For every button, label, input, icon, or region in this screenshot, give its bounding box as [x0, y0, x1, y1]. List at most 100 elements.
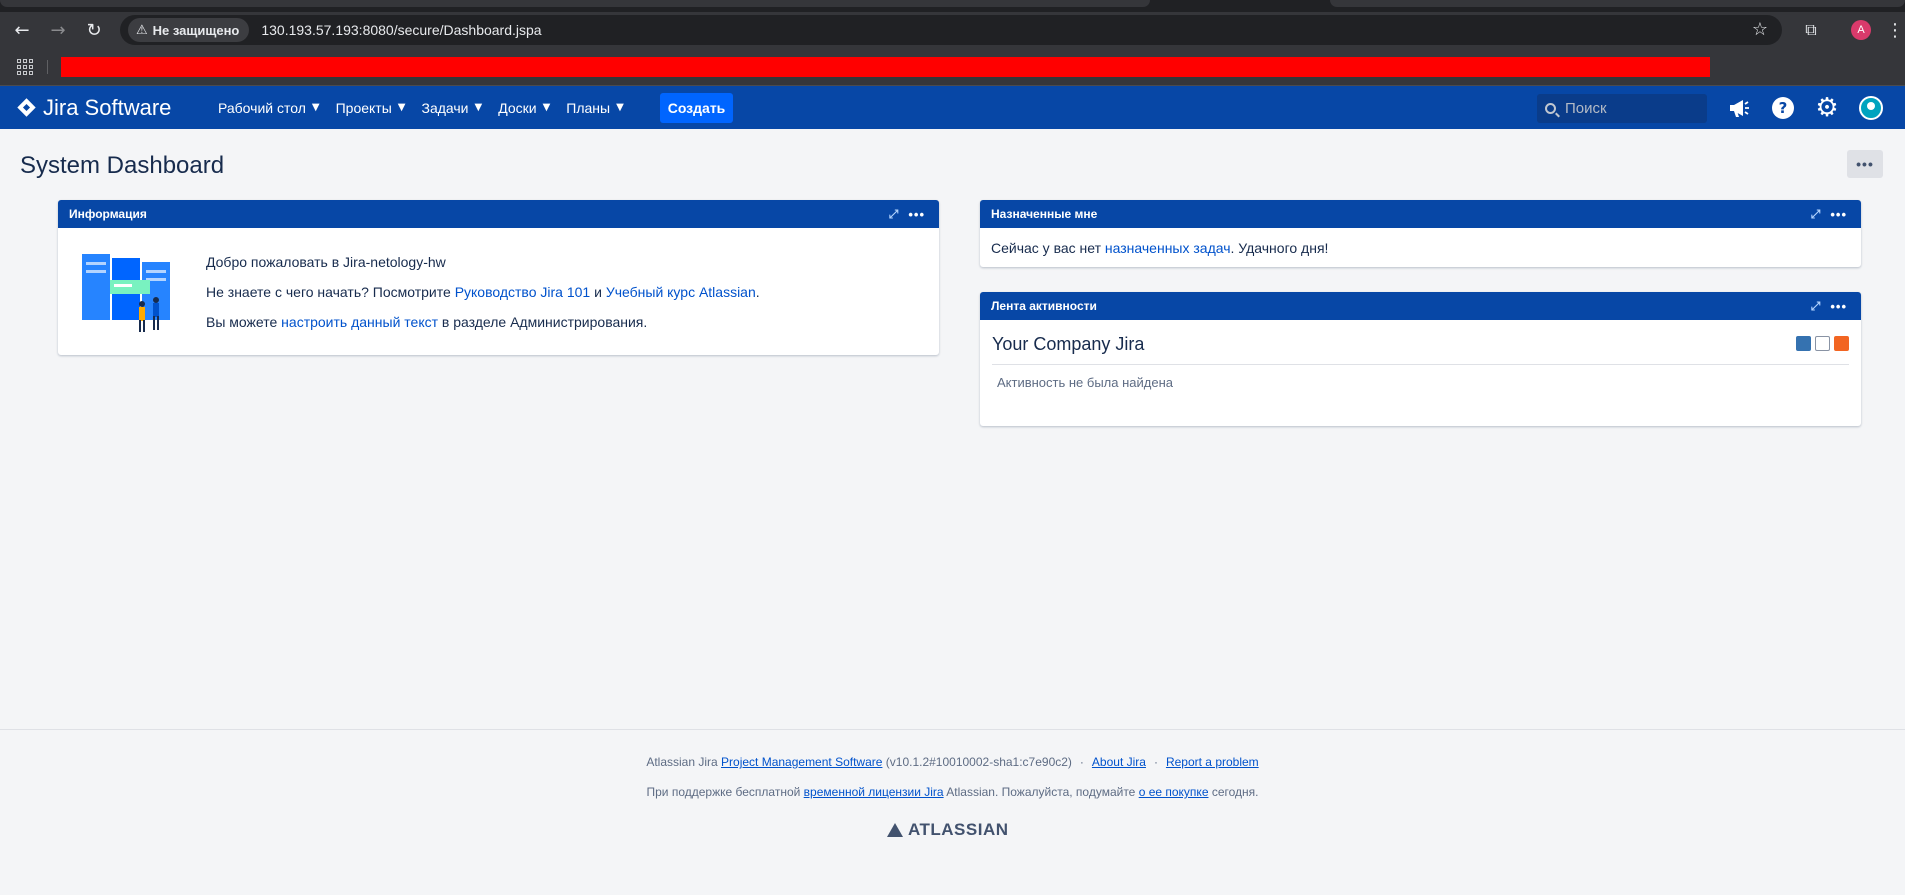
page-title: System Dashboard [20, 152, 225, 179]
gadget-menu-button[interactable]: ••• [908, 207, 925, 222]
text-segment: Atlassian. Пожалуйста, подумайте [943, 785, 1139, 799]
about-jira-link[interactable]: About Jira [1092, 755, 1146, 769]
welcome-text: Добро пожаловать в Jira-netology-hw [206, 254, 446, 270]
text-segment: Сейчас у вас нет [991, 240, 1105, 256]
jira-logo[interactable]: Jira Software [17, 86, 171, 129]
footer-line-license: При поддержке бесплатной временной лицен… [0, 785, 1905, 799]
chevron-down-icon: ▼ [397, 102, 406, 113]
browser-menu-icon[interactable]: ⋮ [1885, 12, 1905, 48]
version-text: (v10.1.2#10010002-sha1:c7e90c2) [882, 755, 1072, 769]
security-chip[interactable]: ⚠ Не защищено [128, 18, 250, 42]
gadget-title: Лента активности [991, 299, 1097, 313]
gadget-body: Добро пожаловать в Jira-netology-hw Не з… [58, 228, 939, 355]
create-button[interactable]: Создать [660, 93, 733, 123]
menu-label: Доски [498, 99, 537, 116]
configure-text-link[interactable]: настроить данный текст [281, 314, 438, 330]
eval-license-link[interactable]: временной лицензии Jira [804, 785, 944, 799]
gadget-body: Your Company Jira Активность не была най… [980, 320, 1861, 426]
bookmarks-bar [0, 48, 1905, 86]
text-segment: Не знаете с чего начать? Посмотрите [206, 284, 455, 300]
footer-line-version: Atlassian Jira Project Management Softwa… [646, 755, 1259, 769]
getting-started-text: Не знаете с чего начать? Посмотрите Руко… [206, 284, 760, 301]
settings-gear-icon[interactable]: ⚙ [1814, 93, 1840, 123]
menu-label: Проекты [335, 99, 392, 116]
gadget-body: Сейчас у вас нет назначенных задач. Удач… [980, 228, 1861, 267]
back-icon[interactable]: ← [4, 12, 40, 48]
gadget-header: Назначенные мне ⤢ ••• [980, 200, 1861, 228]
gadget-title: Назначенные мне [991, 207, 1098, 221]
profile-avatar[interactable]: A [1851, 20, 1871, 40]
text-segment: в разделе Администрирования. [438, 314, 648, 330]
chevron-down-icon: ▼ [616, 102, 624, 113]
menu-projects[interactable]: Проекты ▼ [336, 100, 406, 116]
browser-tab-active[interactable] [0, 0, 1150, 7]
menu-label: Рабочий стол [218, 99, 306, 116]
redacted-bookmarks [61, 57, 1710, 77]
atlassian-logo-icon [887, 823, 903, 837]
purchase-link[interactable]: о ее покупке [1139, 785, 1209, 799]
dashboard-more-button[interactable]: ••• [1847, 150, 1883, 178]
stream-view-controls [1796, 336, 1849, 351]
gadget-menu-button[interactable]: ••• [1830, 207, 1847, 222]
pm-software-link[interactable]: Project Management Software [721, 755, 882, 769]
gadget-header: Лента активности ⤢ ••• [980, 292, 1861, 320]
reload-icon[interactable]: ↻ [76, 12, 112, 48]
text-segment: . [755, 284, 760, 300]
welcome-illustration [82, 254, 170, 332]
menu-issues[interactable]: Задачи ▼ [421, 100, 482, 116]
maximize-icon[interactable]: ⤢ [1811, 299, 1821, 314]
search-placeholder: Поиск [1565, 100, 1607, 117]
address-bar[interactable]: ⚠ Не защищено 130.193.57.193:8080/secure… [120, 15, 1782, 45]
list-view-icon[interactable] [1815, 336, 1830, 351]
brand-text: ATLASSIAN [908, 820, 1009, 839]
search-icon [1545, 103, 1556, 114]
forward-icon[interactable]: → [40, 12, 76, 48]
bookmark-star-icon[interactable]: ☆ [1752, 19, 1768, 40]
info-gadget: Информация ⤢ ••• Добро пожаловать в Jira… [58, 200, 939, 355]
url-text[interactable]: 130.193.57.193:8080/secure/Dashboard.jsp… [261, 22, 541, 38]
browser-tab[interactable] [1330, 0, 1905, 7]
help-icon[interactable]: ? [1770, 95, 1796, 121]
jira-101-link[interactable]: Руководство Jira 101 [455, 284, 591, 300]
text-segment: Atlassian Jira [646, 755, 722, 769]
atlassian-logo[interactable]: ATLASSIAN [887, 820, 1009, 840]
chevron-down-icon: ▼ [311, 102, 320, 113]
bookmarks-divider [47, 60, 48, 74]
rss-feed-icon[interactable] [1834, 336, 1849, 351]
apps-grid-icon[interactable] [17, 59, 33, 75]
maximize-icon[interactable]: ⤢ [1811, 207, 1821, 222]
footer: Atlassian Jira Project Management Softwa… [0, 729, 1905, 895]
assigned-gadget: Назначенные мне ⤢ ••• Сейчас у вас нет н… [980, 200, 1861, 267]
admin-text: Вы можете настроить данный текст в разде… [206, 314, 760, 331]
gadget-menu-button[interactable]: ••• [1830, 299, 1847, 314]
report-problem-link[interactable]: Report a problem [1166, 755, 1259, 769]
divider [992, 364, 1849, 365]
menu-boards[interactable]: Доски ▼ [498, 100, 550, 116]
full-view-icon[interactable] [1796, 336, 1811, 351]
empty-activity-text: Активность не была найдена [997, 375, 1174, 390]
chevron-down-icon: ▼ [542, 102, 551, 113]
security-label: Не защищено [152, 22, 240, 38]
activity-stream-gadget: Лента активности ⤢ ••• Your Company Jira… [980, 292, 1861, 426]
text-segment: Вы можете [206, 314, 282, 330]
info-text: Добро пожаловать в Jira-netology-hw Не з… [206, 254, 760, 344]
search-input[interactable]: Поиск [1537, 94, 1707, 123]
menu-plans[interactable]: Планы ▼ [566, 100, 624, 116]
menu-dashboards[interactable]: Рабочий стол ▼ [218, 100, 320, 116]
extensions-icon[interactable]: ⧉ [1795, 12, 1827, 48]
atlassian-course-link[interactable]: Учебный курс Atlassian [606, 284, 756, 300]
text-segment: сегодня. [1208, 785, 1259, 799]
text-segment: и [590, 284, 606, 300]
gadget-header: Информация ⤢ ••• [58, 200, 939, 228]
browser-tabstrip [0, 0, 1905, 12]
assigned-issues-link[interactable]: назначенных задач [1105, 240, 1231, 256]
user-avatar-icon [1859, 96, 1883, 120]
jira-header: Jira Software Рабочий стол ▼ Проекты ▼ З… [0, 86, 1905, 129]
maximize-icon[interactable]: ⤢ [889, 207, 899, 222]
jira-diamond-icon [17, 98, 36, 117]
text-segment: При поддержке бесплатной [646, 785, 804, 799]
user-avatar[interactable] [1858, 95, 1884, 121]
announcement-icon[interactable] [1726, 95, 1752, 121]
browser-toolbar: ← → ↻ ⚠ Не защищено 130.193.57.193:8080/… [0, 12, 1905, 48]
main-menu: Рабочий стол ▼ Проекты ▼ Задачи ▼ Доски … [218, 86, 640, 129]
